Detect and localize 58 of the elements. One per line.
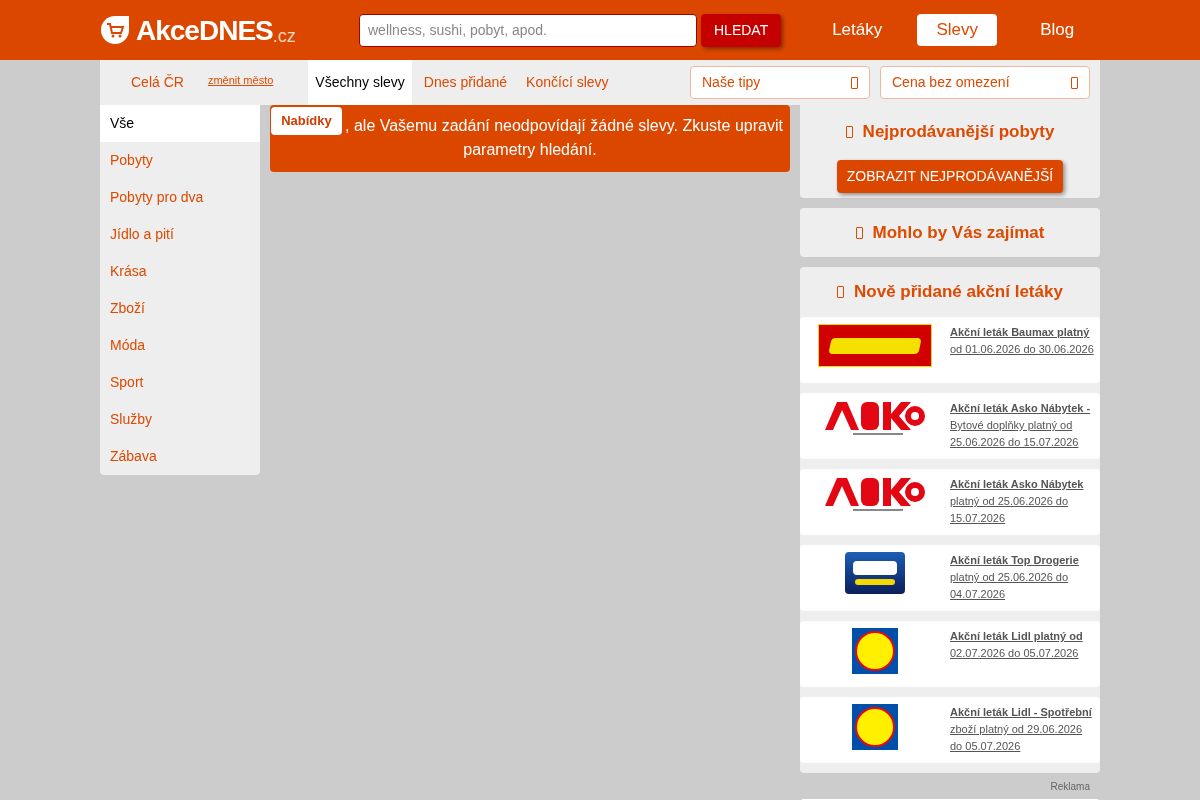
filter-tab[interactable]: Končící slevy (519, 60, 616, 105)
leaflet-title: Akční leták Baumax platný (950, 325, 1091, 340)
glyph-icon (845, 125, 853, 138)
category-item[interactable]: Sport (100, 364, 260, 401)
category-item[interactable]: Vše (100, 105, 260, 142)
category-item[interactable]: Jídlo a pití (100, 216, 260, 253)
change-city-link[interactable]: změnit město (207, 72, 274, 89)
category-item[interactable]: Pobyty (100, 142, 260, 179)
select-dropdown[interactable]: Cena bez omezení (880, 66, 1090, 99)
leaflet-dates: 02.07.2026 do 05.07.2026 (950, 646, 1080, 661)
category-item[interactable]: Krása (100, 253, 260, 290)
glyph-icon (1071, 76, 1078, 89)
logo-suffix: .cz (272, 27, 296, 45)
glyph-icon (855, 226, 863, 239)
category-item[interactable]: Móda (100, 327, 260, 364)
category-item[interactable]: Služby (100, 401, 260, 438)
filter-tab[interactable]: Dnes přidané (416, 60, 515, 105)
leaflet-card[interactable]: Akční leták Top Drogerie platný od 25.06.2026 do 04.07.2026 (800, 545, 1100, 611)
leaflet-dates: od 01.06.2026 do 30.06.2026 (950, 342, 1095, 357)
search-field[interactable]: wellness, sushi, pobyt, apod. (359, 13, 697, 47)
nav-tab[interactable]: Blog (1017, 14, 1098, 46)
leaflet-dates: Bytové doplňky platný od 25.06.2026 do 15.07.2026 (950, 418, 1080, 450)
nav-tab[interactable]: Letáky (817, 14, 898, 46)
leaflet-dates: platný od 25.06.2026 do 04.07.2026 (950, 570, 1070, 602)
logo-image (852, 704, 898, 750)
logo-text[interactable]: AkceDNES (136, 17, 273, 45)
glyph-icon (837, 286, 845, 298)
leaflet-title: Akční leták Top Drogerie (950, 553, 1080, 568)
category-item[interactable]: Zábava (100, 438, 260, 475)
leaflet-card[interactable]: Akční leták Baumax platný od 01.06.2026 do 30.06.2026 (800, 317, 1100, 383)
leaflet-card[interactable]: Akční leták Asko Nábytek platný od 25.06.2026 do 15.07.2026 (800, 469, 1100, 535)
leaflet-title: Akční leták Lidl platný od (950, 629, 1084, 644)
filter-tab[interactable]: Všechny slevy (308, 60, 412, 105)
nav-tab[interactable]: Slevy (917, 14, 998, 46)
search-button[interactable]: HLEDAT (701, 13, 782, 47)
leaflet-dates: platný od 25.06.2026 do 15.07.2026 (950, 494, 1070, 526)
city-label: Celá ČR (131, 73, 184, 92)
select-dropdown[interactable]: Naše tipy (690, 66, 870, 99)
leaflet-title: Akční leták Asko Nábytek - (950, 401, 1092, 416)
bestsellers-button[interactable]: ZOBRAZIT NEJPRODÁVANĚJŠÍ (836, 159, 1064, 193)
leaflet-title: Akční leták Lidl - Spotřební (950, 705, 1093, 720)
category-item[interactable]: Pobyty pro dva (100, 179, 260, 216)
panel-title: Mohlo by Vás zajímat (872, 221, 1045, 244)
offers-tag[interactable]: Nabídky (271, 107, 342, 135)
leaflet-title: Akční leták Asko Nábytek (950, 477, 1085, 492)
leaflet-card[interactable]: Akční leták Lidl - Spotřební zboží platný od 29.06.2026 do 05.07.2026 (800, 697, 1100, 763)
glyph-icon (851, 76, 858, 89)
panel-title: Nejprodávanější pobyty (862, 121, 1055, 143)
panel-title: Nově přidané akční letáky (854, 281, 1063, 304)
category-item[interactable]: Zboží (100, 290, 260, 327)
logo-image (852, 628, 898, 674)
leaflet-dates: zboží platný od 29.06.2026 do 05.07.2026 (950, 722, 1084, 754)
logo-image (845, 552, 905, 594)
leaflet-card[interactable]: Akční leták Asko Nábytek - Bytové doplňky platný od 25.06.2026 do 15.07.2026 (800, 393, 1100, 459)
cart-icon (100, 15, 131, 45)
leaflet-card[interactable]: Akční leták Lidl platný od 02.07.2026 do 05.07.2026 (800, 621, 1100, 687)
no-results-message: Nabídky , ale Vašemu zadání neodpovídají žádné slevy. Zkuste upravit parametry hledání. (270, 105, 790, 172)
ad-label: Reklama (1050, 781, 1090, 792)
